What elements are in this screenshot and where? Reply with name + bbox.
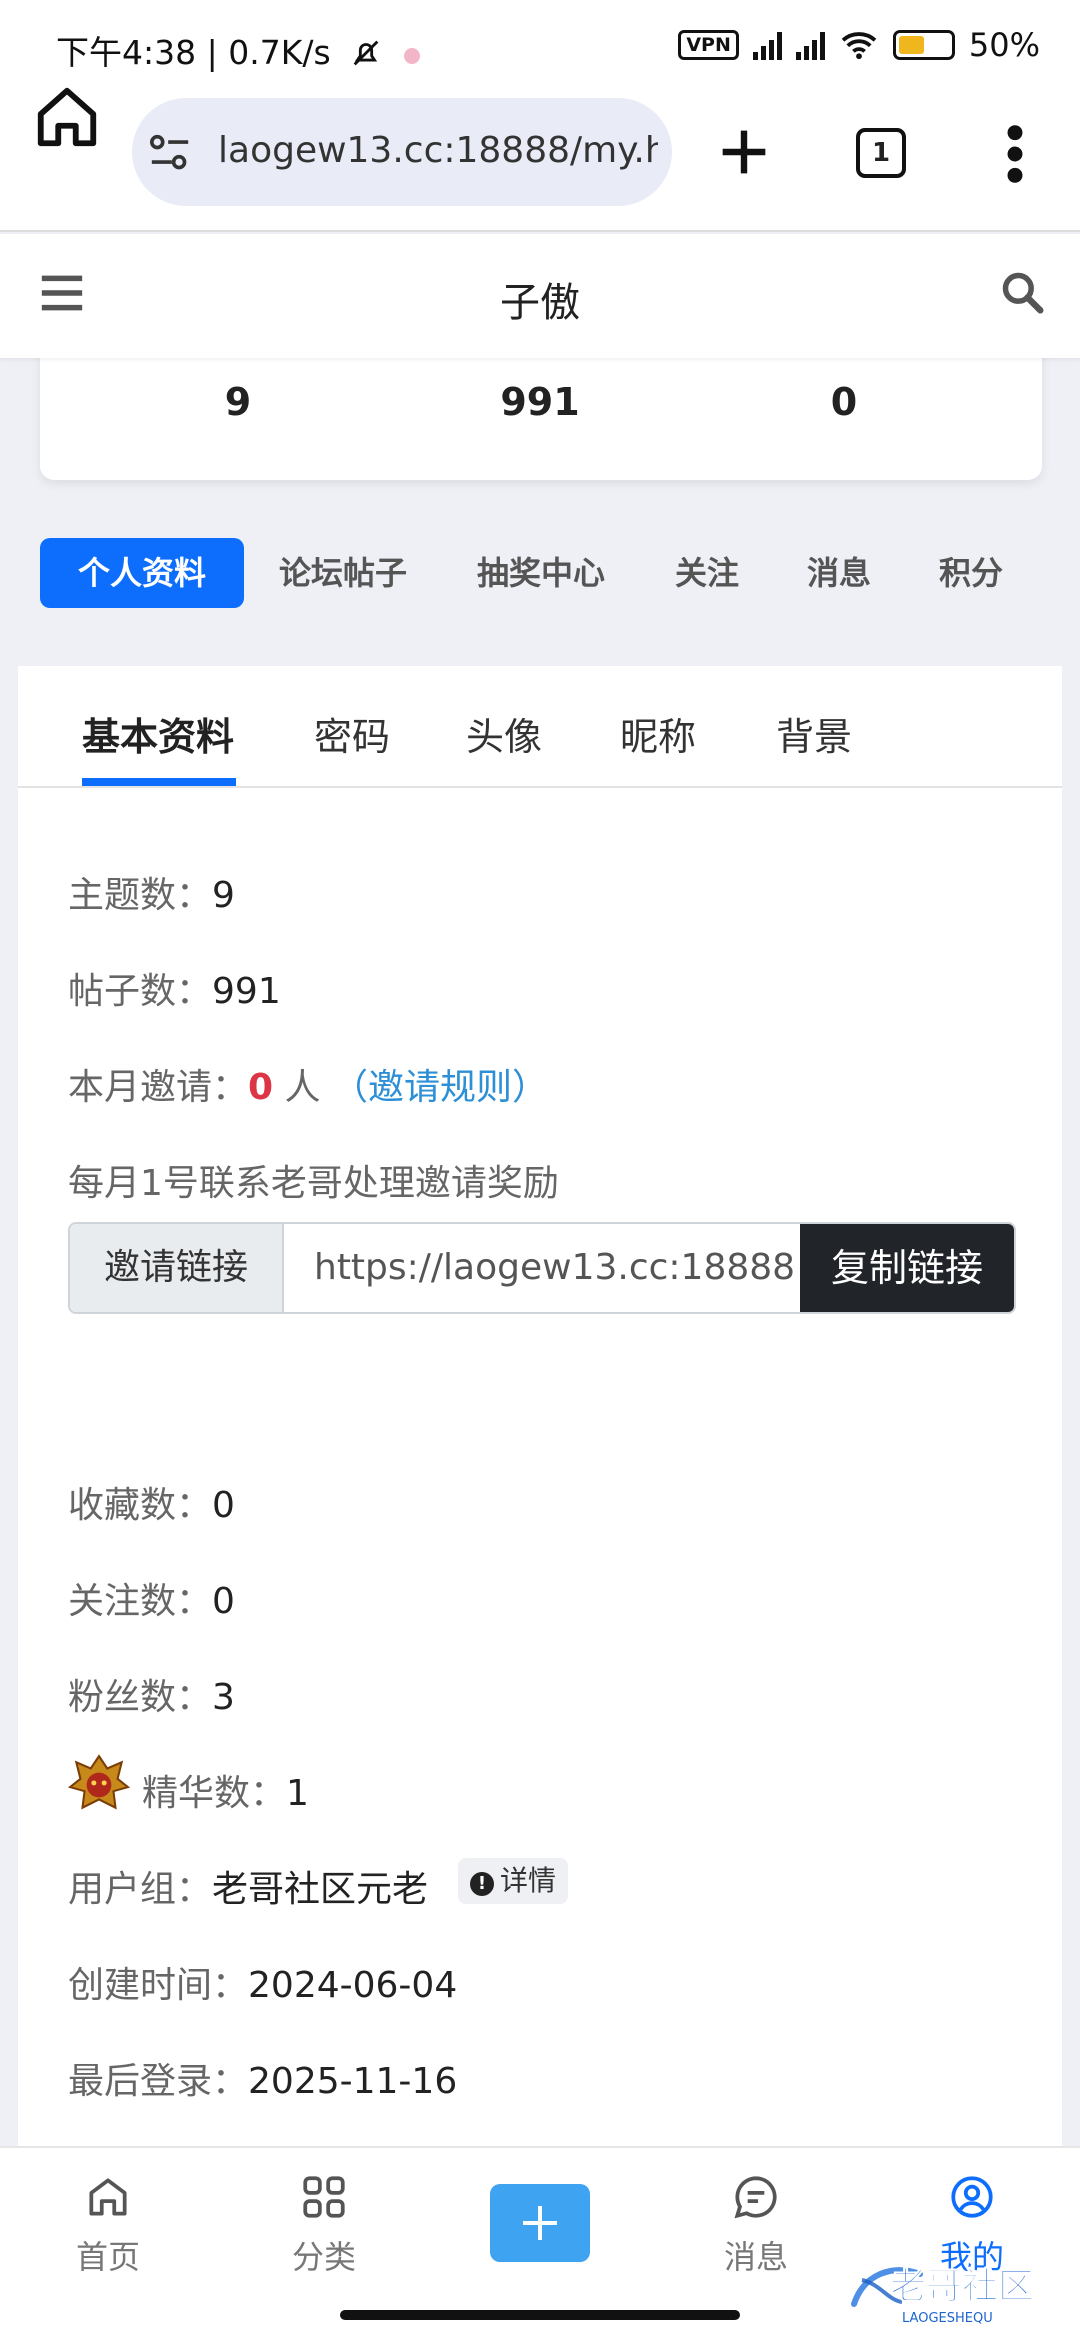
svg-text:LAOGESHEQU: LAOGESHEQU: [902, 2311, 993, 2326]
topics-value: 9: [212, 875, 235, 916]
stat-posts-value: 991: [500, 380, 580, 424]
topics-row: 主题数：9: [68, 866, 235, 918]
invite-label: 本月邀请：: [68, 1067, 249, 1108]
mute-bell-icon: [353, 40, 379, 66]
fans-value: 3: [212, 1677, 235, 1718]
group-value: 老哥社区元老: [212, 1869, 429, 1910]
bottom-nav-messages-label: 消息: [723, 2238, 788, 2276]
essence-label: 精华数：: [142, 1773, 287, 1814]
app-header: 子傲: [0, 234, 1080, 358]
grid-icon: [303, 2176, 345, 2218]
battery-icon: [892, 30, 955, 60]
network-speed: 0.7K/s: [228, 33, 331, 72]
tab-nickname[interactable]: 昵称: [620, 706, 696, 761]
nav-pill-forum-posts[interactable]: 论坛帖子: [268, 538, 418, 608]
group-label: 用户组：: [68, 1869, 213, 1910]
essence-value: 1: [286, 1773, 309, 1814]
tab-avatar[interactable]: 头像: [466, 706, 542, 761]
user-circle-icon: [951, 2176, 993, 2218]
bottom-nav-messages[interactable]: 消息: [676, 2172, 836, 2278]
fans-label: 粉丝数：: [68, 1677, 213, 1718]
home-outline-icon: [89, 2178, 127, 2216]
nav-pill-messages[interactable]: 消息: [796, 538, 882, 608]
invite-link-label: 邀请链接: [70, 1224, 284, 1312]
tab-password[interactable]: 密码: [314, 706, 390, 761]
follows-label: 关注数：: [68, 1581, 213, 1622]
nav-pill-profile[interactable]: 个人资料: [40, 538, 244, 608]
new-tab-icon[interactable]: [712, 120, 776, 184]
more-options-icon[interactable]: [1000, 122, 1030, 186]
nav-pill-points[interactable]: 积分: [928, 538, 1014, 608]
posts-row: 帖子数：991: [68, 962, 281, 1014]
last-login-value: 2025-11-16: [248, 2061, 458, 2102]
invite-link-field[interactable]: https://laogew13.cc:18888: [284, 1224, 800, 1312]
search-icon[interactable]: [1000, 270, 1044, 314]
site-logo-watermark: 老哥社区 LAOGESHEQU: [851, 2266, 1035, 2326]
invite-link-group: 邀请链接 https://laogew13.cc:18888 复制链接: [68, 1222, 1016, 1314]
copy-link-button[interactable]: 复制链接: [800, 1224, 1014, 1312]
group-row: 用户组：老哥社区元老: [68, 1860, 428, 1912]
essence-row: 精华数：1: [142, 1764, 309, 1816]
last-login-label: 最后登录：: [68, 2061, 249, 2102]
home-icon[interactable]: [32, 82, 102, 152]
page-title: 子傲: [500, 280, 580, 326]
invite-rules-link[interactable]: （邀请规则）: [332, 1067, 548, 1108]
invite-note-text: 每月1号联系老哥处理邀请奖励: [68, 1163, 559, 1204]
info-icon: !: [470, 1872, 494, 1896]
status-time: 下午4:38: [56, 33, 197, 72]
bottom-nav-category[interactable]: 分类: [244, 2172, 404, 2278]
vpn-icon: VPN: [678, 30, 739, 60]
tab-switcher-button[interactable]: 1: [856, 128, 906, 178]
last-login-row: 最后登录：2025-11-16: [68, 2052, 457, 2104]
fans-row: 粉丝数：3: [68, 1668, 235, 1720]
chat-bubble-icon: [734, 2176, 777, 2219]
nav-pill-lottery[interactable]: 抽奖中心: [466, 538, 616, 608]
favorites-label: 收藏数：: [68, 1485, 213, 1526]
tab-basic-info[interactable]: 基本资料: [82, 706, 234, 761]
favorites-row: 收藏数：0: [68, 1476, 235, 1528]
signal-1-icon: [752, 30, 782, 60]
app-notification-icon: [403, 48, 420, 64]
wifi-icon: [841, 32, 877, 60]
posts-label: 帖子数：: [68, 971, 213, 1012]
nav-pill-follow[interactable]: 关注: [664, 538, 750, 608]
invite-count: 0: [248, 1067, 274, 1108]
invite-row: 本月邀请：0 人 （邀请规则）: [68, 1058, 548, 1110]
posts-value: 991: [212, 971, 281, 1012]
topics-label: 主题数：: [68, 875, 213, 916]
group-detail-badge[interactable]: ! 详情: [458, 1858, 569, 1904]
group-detail-label: 详情: [500, 1864, 557, 1897]
follows-value: 0: [212, 1581, 235, 1622]
created-value: 2024-06-04: [248, 1965, 458, 2006]
site-settings-icon[interactable]: [148, 133, 192, 173]
svg-text:老哥社区: 老哥社区: [890, 2266, 1034, 2307]
add-post-button[interactable]: [490, 2184, 590, 2262]
stat-favorites-value: 0: [830, 380, 858, 424]
created-label: 创建时间：: [68, 1965, 249, 2006]
url-text[interactable]: laogew13.cc:18888/my.h: [218, 130, 658, 171]
tabs-divider: [18, 786, 1062, 788]
created-row: 创建时间：2024-06-04: [68, 1956, 457, 2008]
follows-row: 关注数：0: [68, 1572, 235, 1624]
gesture-bar: [340, 2310, 740, 2320]
signal-2-icon: [795, 30, 825, 60]
bottom-nav-home-label: 首页: [75, 2238, 140, 2276]
status-left: 下午4:38 | 0.7K/s: [56, 26, 424, 74]
status-right: VPN 50%: [678, 26, 1040, 64]
plus-icon: [523, 2206, 557, 2240]
stat-topics-value: 9: [224, 380, 252, 424]
invite-unit: 人: [284, 1067, 321, 1108]
tab-background[interactable]: 背景: [776, 706, 852, 761]
bottom-nav-home[interactable]: 首页: [28, 2172, 188, 2278]
favorites-value: 0: [212, 1485, 235, 1526]
battery-percent: 50%: [968, 26, 1040, 64]
active-tab-indicator: [82, 778, 236, 786]
bottom-nav-category-label: 分类: [291, 2238, 356, 2276]
invite-note: 每月1号联系老哥处理邀请奖励: [68, 1154, 559, 1206]
dragon-emblem-icon: [67, 1754, 131, 1810]
